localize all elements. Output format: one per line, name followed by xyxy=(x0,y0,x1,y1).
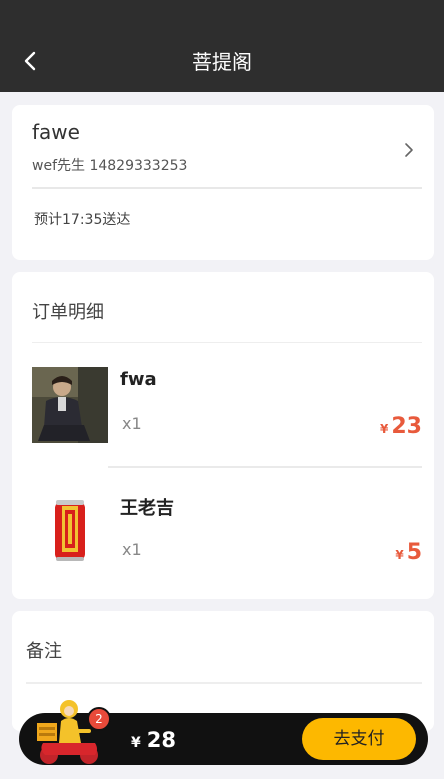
product-thumbnail-person xyxy=(32,367,108,443)
product-name: fwa xyxy=(120,369,157,390)
product-quantity: x1 xyxy=(122,414,142,433)
price-value: 23 xyxy=(391,414,422,439)
currency-symbol: ¥ xyxy=(380,422,389,436)
currency-symbol: ¥ xyxy=(131,735,141,751)
checkout-bar: 2 ¥28 去支付 xyxy=(19,700,428,765)
page-title: 菩提阁 xyxy=(192,50,252,74)
list-item: fwa x1 ¥23 xyxy=(12,364,434,464)
order-heading: 订单明细 xyxy=(32,302,104,323)
remark-heading: 备注 xyxy=(26,641,62,662)
top-bar: 菩提阁 xyxy=(0,0,444,92)
price-value: 5 xyxy=(406,540,422,565)
chevron-right-icon[interactable] xyxy=(402,141,416,159)
pay-button[interactable]: 去支付 xyxy=(302,718,416,760)
recipient-name: fawe xyxy=(32,120,80,144)
product-thumbnail-can xyxy=(32,492,108,568)
order-details-card: 订单明细 fwa x1 ¥23 王老吉 x1 ¥ 5 xyxy=(12,272,434,599)
address-card[interactable]: fawe wef先生 14829333253 预计17:35送达 xyxy=(12,105,434,260)
divider xyxy=(108,466,422,468)
divider xyxy=(26,682,422,684)
delivery-eta: 预计17:35送达 xyxy=(34,212,131,228)
divider xyxy=(32,342,422,343)
product-price: ¥5 xyxy=(395,540,422,565)
product-name: 王老吉 xyxy=(120,498,174,519)
recipient-contact: wef先生 14829333253 xyxy=(32,158,188,174)
list-item: 王老吉 x1 ¥5 xyxy=(12,489,434,589)
cart-total: ¥28 xyxy=(131,728,176,752)
currency-symbol: ¥ xyxy=(395,548,404,562)
product-quantity: x1 xyxy=(122,540,142,559)
product-price: ¥23 xyxy=(380,414,422,439)
cart-count-badge: 2 xyxy=(87,707,111,731)
divider xyxy=(32,187,422,189)
total-value: 28 xyxy=(146,728,176,752)
